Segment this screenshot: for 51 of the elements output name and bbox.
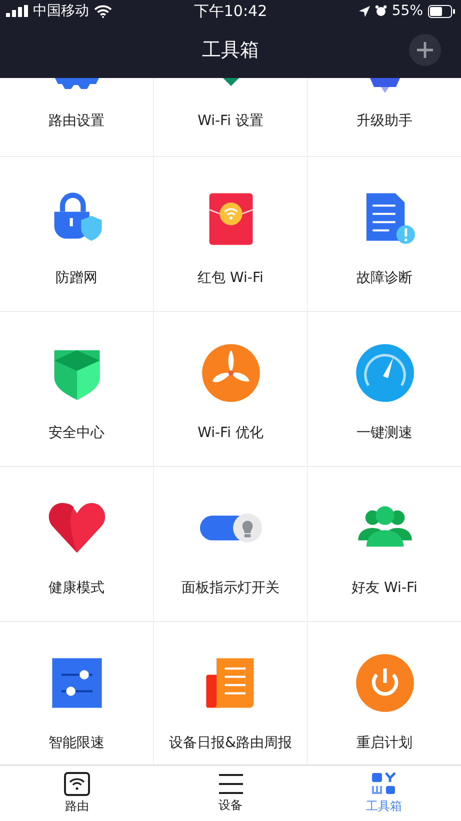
tool-label: 红包 Wi-Fi	[198, 269, 264, 287]
rocket-icon	[370, 78, 400, 93]
gauge-icon	[354, 342, 416, 404]
tools-grid-icon	[371, 772, 398, 796]
tool-label: 一键测速	[356, 424, 412, 442]
carrier-name: 中国移动	[33, 2, 89, 20]
wifi-icon	[94, 4, 112, 18]
tool-label: 路由设置	[48, 112, 104, 130]
tool-tile[interactable]: 智能限速	[0, 622, 154, 764]
tool-label: 智能限速	[48, 734, 104, 752]
tool-label: 防蹭网	[56, 269, 98, 287]
tool-label: 重启计划	[356, 734, 412, 752]
alarm-icon	[374, 5, 387, 17]
tool-tile[interactable]: 红包 Wi-Fi	[154, 157, 308, 311]
tool-tile[interactable]: 故障诊断	[308, 157, 461, 311]
battery-percent: 55%	[392, 3, 423, 19]
tool-tile[interactable]: 安全中心	[0, 312, 154, 466]
tool-tile[interactable]: 一键测速	[308, 312, 461, 466]
tool-label: Wi-Fi 优化	[198, 424, 264, 442]
gear-icon	[54, 78, 98, 91]
power-icon	[354, 652, 416, 714]
page-title: 工具箱	[202, 38, 259, 63]
tab-item[interactable]: 工具箱	[307, 766, 461, 821]
tool-tile[interactable]: 健康模式	[0, 467, 154, 621]
tool-label: 好友 Wi-Fi	[352, 579, 418, 597]
tool-tile[interactable]: 防蹭网	[0, 157, 154, 311]
tool-tile[interactable]: Wi-Fi 设置	[154, 78, 308, 156]
tool-label: 健康模式	[48, 579, 104, 597]
tab-item[interactable]: 路由	[0, 766, 154, 821]
clock-time: 下午10:42	[194, 2, 268, 20]
battery-icon	[428, 4, 455, 18]
wifi-box-icon	[64, 772, 90, 796]
tool-label: Wi-Fi 设置	[198, 112, 264, 130]
tool-label: 面板指示灯开关	[182, 579, 280, 597]
tool-tile[interactable]: 好友 Wi-Fi	[308, 467, 461, 621]
tool-tile[interactable]: Wi-Fi 优化	[154, 312, 308, 466]
tool-tile[interactable]: 设备日报&路由周报	[154, 622, 308, 764]
fan-icon	[200, 342, 262, 404]
menu-icon	[218, 773, 244, 795]
signal-icon	[6, 5, 28, 17]
tool-tile[interactable]: 路由设置	[0, 78, 154, 156]
tool-label: 安全中心	[48, 424, 104, 442]
tool-tile[interactable]: 重启计划	[308, 622, 461, 764]
location-icon	[358, 6, 370, 16]
tool-label: 故障诊断	[356, 269, 412, 287]
tab-item[interactable]: 设备	[154, 766, 308, 821]
tool-label: 升级助手	[356, 112, 412, 130]
tool-label: 设备日报&路由周报	[169, 734, 292, 752]
tool-tile[interactable]: 升级助手	[308, 78, 461, 156]
tool-tile[interactable]: 面板指示灯开关	[154, 467, 308, 621]
add-button[interactable]	[408, 33, 442, 67]
